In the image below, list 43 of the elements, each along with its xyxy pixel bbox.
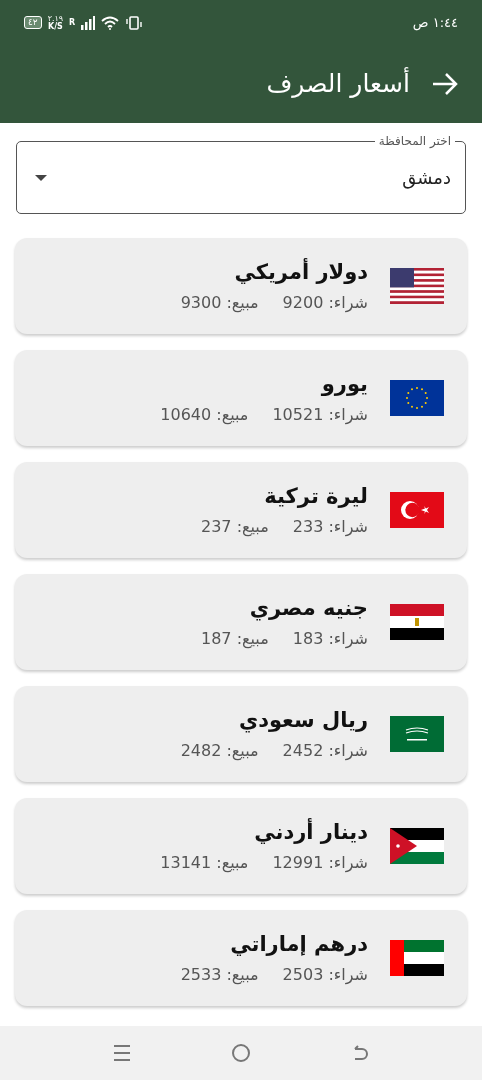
speed-unit: K/S <box>47 22 63 31</box>
currency-name: جنيه مصري <box>248 595 368 623</box>
flag-icon <box>390 492 444 528</box>
page-title: أسعار الصرف <box>266 66 410 101</box>
flag-icon <box>390 716 444 752</box>
currency-name: يورو <box>320 371 368 399</box>
menu-icon[interactable] <box>113 1044 131 1062</box>
roaming-indicator: R <box>69 16 76 29</box>
flag-icon <box>390 604 444 640</box>
sell-rate: مبيع: 237 <box>201 515 269 539</box>
buy-rate: شراء: 10521 <box>272 403 368 427</box>
sell-rate: مبيع: 2482 <box>180 739 259 763</box>
currency-name: درهم إماراتي <box>229 931 368 959</box>
buy-rate: شراء: 12991 <box>272 851 368 875</box>
sell-rate: مبيع: 9300 <box>180 291 259 315</box>
flag-icon <box>390 380 444 416</box>
buy-rate: شراء: 9200 <box>282 291 368 315</box>
buy-rate: شراء: 2452 <box>282 739 368 763</box>
currency-name: ريال سعودي <box>237 707 368 735</box>
buy-rate: شراء: 233 <box>292 515 368 539</box>
back-button[interactable] <box>432 73 458 95</box>
wifi-icon <box>101 15 120 30</box>
status-time: ١:٤٤ ص <box>412 13 458 33</box>
flag-icon <box>390 940 444 976</box>
buy-rate: شراء: 2503 <box>282 963 368 987</box>
dropdown-caret-icon <box>35 174 47 181</box>
currency-name: ليرة تركية <box>263 483 368 511</box>
sell-rate: مبيع: 13141 <box>160 851 249 875</box>
currency-name: دولار أمريكي <box>233 257 368 287</box>
signal-icon <box>81 15 96 30</box>
battery-icon: ٤٢ <box>24 16 42 29</box>
dropdown-value: دمشق <box>402 166 451 191</box>
sell-rate: مبيع: 187 <box>201 627 269 651</box>
currency-name: دينار أردني <box>253 817 368 847</box>
vibrate-icon <box>125 15 144 30</box>
network-speed: ٢.١٩ <box>47 14 64 23</box>
dropdown-label: اختر المحافظة <box>377 133 452 150</box>
sell-rate: مبيع: 2533 <box>180 963 259 987</box>
flag-icon <box>390 268 444 304</box>
flag-icon <box>390 828 444 864</box>
buy-rate: شراء: 183 <box>292 627 368 651</box>
sell-rate: مبيع: 10640 <box>160 403 249 427</box>
home-icon[interactable] <box>231 1043 251 1063</box>
